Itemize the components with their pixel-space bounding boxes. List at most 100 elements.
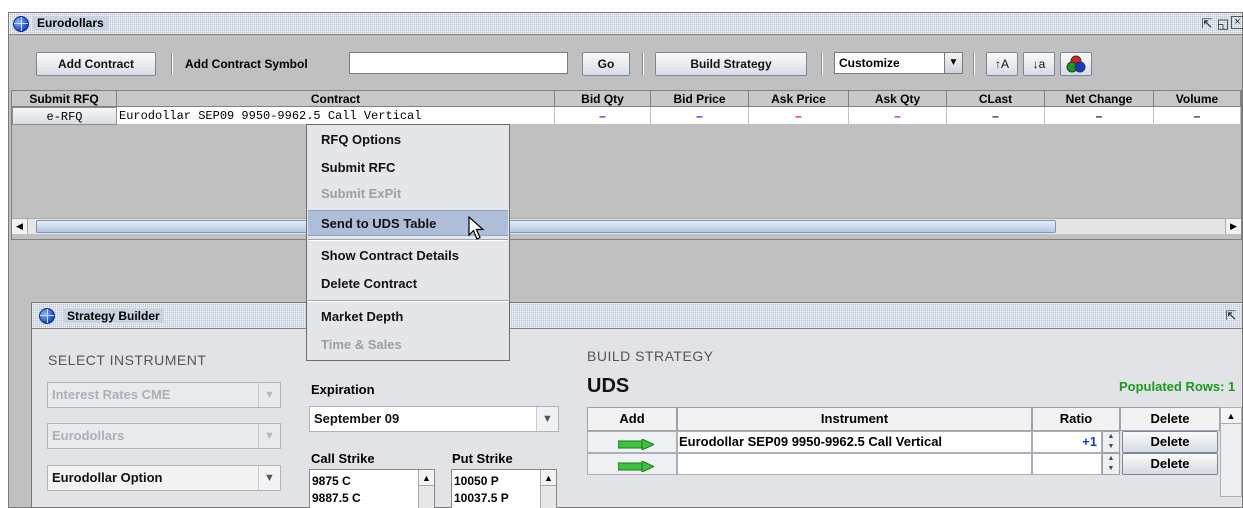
menu-separator	[308, 300, 508, 302]
customize-select[interactable]: Customize ▼	[834, 52, 963, 74]
right-arrow-icon[interactable]	[617, 458, 656, 473]
menu-item-label: Send to UDS Table	[321, 216, 437, 231]
instrument-cell[interactable]: Eurodollar SEP09 9950-9962.5 Call Vertic…	[677, 431, 1032, 453]
contract-cell[interactable]: Eurodollar SEP09 9950-9962.5 Call Vertic…	[117, 107, 555, 125]
ask-price-cell: –	[749, 107, 849, 125]
expiration-select-value: September 09	[314, 411, 400, 426]
expiration-label: Expiration	[311, 382, 375, 397]
column-header-volume[interactable]: Volume	[1154, 91, 1241, 107]
put-strike-list[interactable]: 10050 P 10037.5 P ▲	[451, 469, 557, 508]
ratio-spinner[interactable]: ▲ ▼	[1102, 453, 1120, 475]
toolbar-separator	[171, 53, 173, 75]
menu-item-delete-contract[interactable]: Delete Contract	[308, 271, 508, 297]
call-strike-label: Call Strike	[311, 451, 375, 466]
color-circles-icon	[1066, 55, 1086, 73]
customize-select-value: Customize	[839, 56, 900, 70]
strategy-builder-window: Strategy Builder ⇱ SELECT INSTRUMENT Int…	[31, 302, 1243, 508]
vertical-scrollbar[interactable]: ▲	[1220, 407, 1242, 497]
column-header-net-change[interactable]: Net Change	[1045, 91, 1154, 107]
list-item[interactable]: 9875 C	[312, 474, 351, 488]
contract-symbol-input[interactable]	[349, 52, 568, 74]
menu-item-show-contract-details[interactable]: Show Contract Details	[308, 243, 508, 269]
scroll-right-icon[interactable]: ▶	[1225, 219, 1241, 234]
ratio-spinner[interactable]: ▲ ▼	[1102, 431, 1120, 453]
column-header-ask-price[interactable]: Ask Price	[749, 91, 849, 107]
scroll-up-icon[interactable]: ▲	[419, 470, 434, 486]
add-contract-symbol-label: Add Contract Symbol	[185, 57, 308, 71]
ratio-input[interactable]	[1032, 453, 1102, 475]
menu-item-time-and-sales: Time & Sales	[321, 337, 402, 352]
strategy-builder-titlebar[interactable]: Strategy Builder ⇱	[32, 303, 1242, 329]
toolbar-separator	[973, 53, 975, 75]
delete-button[interactable]: Delete	[1122, 453, 1218, 475]
toolbar-separator	[821, 53, 823, 75]
window-title: Eurodollars	[33, 16, 108, 30]
expiration-select[interactable]: September 09 ▼	[309, 406, 559, 432]
chevron-down-icon[interactable]: ▼	[944, 53, 962, 73]
horizontal-scrollbar[interactable]: ◀ ▶	[12, 218, 1241, 234]
vertical-scrollbar[interactable]: ▲	[418, 470, 434, 508]
grid-header-ratio: Ratio	[1032, 407, 1120, 431]
column-header-bid-price[interactable]: Bid Price	[651, 91, 749, 107]
list-item[interactable]: 9887.5 C	[312, 491, 361, 505]
mouse-cursor-icon	[468, 216, 485, 240]
e-rfq-button[interactable]: e-RFQ	[12, 107, 117, 125]
uds-heading: UDS	[587, 375, 630, 397]
call-strike-list[interactable]: 9875 C 9887.5 C ▲	[309, 469, 435, 508]
eurodollars-titlebar[interactable]: Eurodollars ⇱ ◱ ×	[9, 13, 1243, 35]
ask-qty-cell: –	[849, 107, 947, 125]
list-item[interactable]: 10050 P	[454, 474, 499, 488]
scroll-left-icon[interactable]: ◀	[12, 219, 28, 234]
column-header-submit-rfq[interactable]: Submit RFQ	[12, 91, 117, 107]
close-icon[interactable]: ×	[1231, 16, 1243, 29]
add-cell	[587, 431, 677, 453]
build-strategy-heading: BUILD STRATEGY	[587, 348, 714, 364]
globe-icon	[39, 308, 55, 324]
add-contract-button[interactable]: Add Contract	[36, 52, 156, 76]
bid-qty-cell: –	[555, 107, 651, 125]
sort-descending-button[interactable]: ↓a	[1023, 52, 1055, 76]
instrument-type-select[interactable]: Eurodollar Option ▼	[47, 465, 281, 491]
delete-button[interactable]: Delete	[1122, 431, 1218, 453]
ratio-input[interactable]: +1	[1032, 431, 1102, 453]
scroll-up-icon[interactable]: ▲	[541, 470, 556, 486]
bid-price-cell: –	[651, 107, 749, 125]
grid-header-add: Add	[587, 407, 677, 431]
minimize-icon[interactable]: ⇱	[1199, 16, 1215, 31]
market-select-value: Interest Rates CME	[52, 387, 171, 402]
sort-ascending-button[interactable]: ↑A	[986, 52, 1018, 76]
context-menu: RFQ Options Submit RFC Submit ExPit Send…	[306, 124, 510, 361]
instrument-type-value: Eurodollar Option	[52, 470, 163, 485]
color-settings-button[interactable]	[1060, 52, 1092, 76]
instrument-cell[interactable]	[677, 453, 1032, 475]
scrollbar-thumb[interactable]	[36, 220, 1056, 233]
chevron-down-icon: ▼	[258, 383, 280, 407]
build-strategy-button[interactable]: Build Strategy	[655, 52, 807, 76]
right-arrow-icon[interactable]	[617, 436, 656, 451]
list-item[interactable]: 10037.5 P	[454, 491, 509, 505]
column-header-contract[interactable]: Contract	[117, 91, 555, 107]
toolbar-separator	[642, 53, 644, 75]
go-button[interactable]: Go	[582, 52, 630, 76]
grid-header-instrument: Instrument	[677, 407, 1032, 431]
vertical-scrollbar[interactable]: ▲	[540, 470, 556, 508]
clast-cell: –	[947, 107, 1045, 125]
column-header-ask-qty[interactable]: Ask Qty	[849, 91, 947, 107]
put-strike-label: Put Strike	[452, 451, 513, 466]
volume-cell: –	[1154, 107, 1241, 125]
menu-item-rfq-options[interactable]: RFQ Options	[308, 127, 508, 153]
product-select: Eurodollars ▼	[47, 423, 281, 449]
add-cell	[587, 453, 677, 475]
menu-item-market-depth[interactable]: Market Depth	[308, 304, 508, 330]
chevron-down-icon[interactable]: ▼	[258, 466, 280, 490]
minimize-icon[interactable]: ⇱	[1223, 308, 1239, 323]
maximize-icon[interactable]: ◱	[1215, 16, 1231, 31]
column-header-clast[interactable]: CLast	[947, 91, 1045, 107]
globe-icon	[13, 16, 29, 32]
product-select-value: Eurodollars	[52, 428, 125, 443]
scroll-up-icon[interactable]: ▲	[1221, 408, 1241, 424]
column-header-bid-qty[interactable]: Bid Qty	[555, 91, 651, 107]
net-change-cell: –	[1045, 107, 1154, 125]
chevron-down-icon[interactable]: ▼	[536, 407, 558, 431]
menu-item-submit-rfc[interactable]: Submit RFC	[308, 155, 508, 181]
